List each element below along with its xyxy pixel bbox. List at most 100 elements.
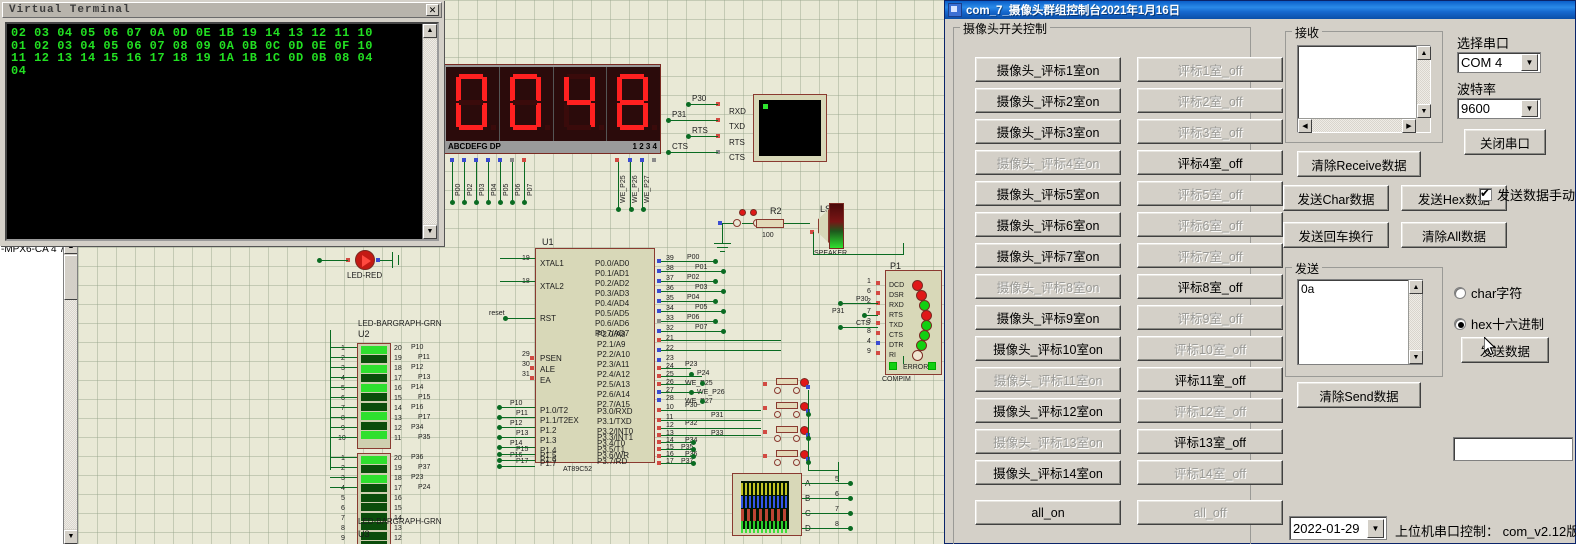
camera-on-button-14[interactable]: 摄像头_评标14室on (975, 460, 1121, 485)
camera-off-button-4[interactable]: 评标4室_off (1137, 150, 1283, 175)
close-port-button[interactable]: 关闭串口 (1464, 129, 1546, 155)
oscilloscope[interactable] (732, 473, 802, 536)
camera-on-button-5[interactable]: 摄像头_评标5室on (975, 181, 1121, 206)
baud-select[interactable]: 9600 ▼ (1457, 98, 1541, 119)
object-list-scrollbar[interactable]: ▲ ▼ (63, 240, 77, 544)
chevron-down-icon[interactable]: ▼ (1367, 518, 1384, 538)
bargraph-top-part: LED-BARGRAPH-GRN (358, 319, 442, 328)
radio-char-glyph[interactable] (1454, 286, 1466, 299)
receive-textbox[interactable]: ▲ ▼ ◀ ▶ (1297, 45, 1431, 133)
digit-3 (554, 67, 608, 141)
app-title: com_7_摄像头群组控制台2021年1月16日 (966, 5, 1181, 17)
all-on-button[interactable]: all_on (975, 500, 1121, 525)
scroll-up-icon[interactable]: ▲ (423, 24, 437, 38)
date-picker[interactable]: 2022-01-29 ▼ (1289, 516, 1387, 540)
net-label-p24: P24 (418, 484, 431, 491)
speaker-ls2[interactable] (818, 203, 844, 249)
net-label-p31: P31 (672, 110, 687, 119)
app-client-area: 摄像头开关控制 摄像头_评标1室on 评标1室_off 摄像头_评标2室on 评标2室… (945, 19, 1576, 544)
baud-label: 波特率 (1457, 82, 1497, 97)
scroll-down-icon[interactable]: ▼ (1409, 350, 1423, 364)
scroll-down-icon[interactable]: ▼ (1417, 104, 1431, 118)
camera-on-button-12[interactable]: 摄像头_评标12室on (975, 398, 1121, 423)
camera-off-button-2: 评标2室_off (1137, 88, 1283, 113)
camera-off-button-8[interactable]: 评标8室_off (1137, 274, 1283, 299)
resistor-value: 100 (762, 232, 774, 239)
virtual-terminal-scrollbar[interactable]: ▲ ▼ (422, 24, 437, 239)
led-bargraph-u2[interactable] (357, 343, 391, 449)
compim-error-label: ERROR (903, 364, 929, 371)
radio-hex-mode[interactable]: hex十六进制 (1454, 314, 1544, 333)
seven-segment-display[interactable]: ABCDEFG DP 1 2 3 4 (443, 64, 661, 154)
scroll-down-icon[interactable]: ▼ (64, 530, 77, 544)
camera-off-button-14: 评标14室_off (1137, 460, 1283, 485)
camera-on-button-1[interactable]: 摄像头_评标1室on (975, 57, 1121, 82)
net-label-p15: P15 (418, 394, 431, 401)
net-label-cts: CTS (672, 142, 688, 151)
send-vscrollbar[interactable]: ▲ ▼ (1408, 280, 1423, 364)
led-part: LED-RED (347, 271, 383, 280)
virtual-terminal-component[interactable] (753, 94, 827, 162)
scrollbar-track[interactable] (423, 39, 437, 224)
camera-off-button-13[interactable]: 评标13室_off (1137, 429, 1283, 454)
status-textbox[interactable] (1453, 437, 1573, 461)
compim-ref: P1 (890, 261, 902, 271)
vt-pin-cts: CTS (729, 153, 745, 162)
camera-on-button-6[interactable]: 摄像头_评标6室on (975, 212, 1121, 237)
send-crlf-button[interactable]: 发送回车换行 (1283, 222, 1389, 248)
scrollbar-track[interactable] (64, 300, 77, 529)
net-label-p35: P35 (418, 434, 431, 441)
manual-send-checkbox[interactable]: 发送数据手动 (1479, 185, 1575, 204)
net-label-p23: P23 (411, 474, 424, 481)
scroll-up-icon[interactable]: ▲ (1409, 280, 1423, 294)
radio-hex-label: hex十六进制 (1471, 317, 1544, 332)
virtual-terminal-body: 02 03 04 05 06 07 0A 0D 0E 1B 19 14 13 1… (5, 22, 439, 241)
camera-on-button-11: 摄像头_评标11室on (975, 367, 1121, 392)
net-label-we-p27: WE_P27 (644, 175, 651, 203)
camera-on-button-3[interactable]: 摄像头_评标3室on (975, 119, 1121, 144)
scroll-up-icon[interactable]: ▲ (1417, 46, 1431, 60)
camera-on-button-10[interactable]: 摄像头_评标10室on (975, 336, 1121, 361)
scroll-down-icon[interactable]: ▼ (423, 225, 437, 239)
send-data-button[interactable]: 发送数据 (1461, 337, 1549, 363)
camera-on-button-9[interactable]: 摄像头_评标9室on (975, 305, 1121, 330)
radio-char-mode[interactable]: char字符 (1454, 283, 1522, 302)
seven-segment-pin-footer: ABCDEFG DP 1 2 3 4 (446, 141, 660, 153)
virtual-terminal-output[interactable]: 02 03 04 05 06 07 0A 0D 0E 1B 19 14 13 1… (7, 24, 422, 239)
checkbox-glyph[interactable] (1479, 186, 1492, 201)
net-label-p00: P00 (455, 183, 462, 196)
net-label-p36: P36 (411, 454, 424, 461)
version-label: 上位机串口控制： com_v2.12版 (1395, 524, 1576, 539)
virtual-terminal-titlebar[interactable]: Virtual Terminal ✕ (2, 2, 442, 18)
scrollbar-thumb[interactable] (64, 255, 77, 300)
net-label-rts: RTS (692, 126, 708, 135)
scroll-right-icon[interactable]: ▶ (1402, 119, 1416, 133)
net-label-p06: P06 (515, 183, 522, 196)
scroll-left-icon[interactable]: ◀ (1298, 119, 1312, 133)
clear-all-button[interactable]: 清除All数据 (1401, 222, 1507, 248)
clear-receive-button[interactable]: 清除Receive数据 (1297, 151, 1421, 177)
chevron-down-icon[interactable]: ▼ (1521, 54, 1538, 71)
mcu-part: AT89C52 (563, 466, 593, 473)
app-titlebar[interactable]: com_7_摄像头群组控制台2021年1月16日 (945, 1, 1575, 19)
radio-hex-glyph[interactable] (1454, 317, 1466, 330)
receive-vscrollbar[interactable]: ▲ ▼ (1416, 46, 1431, 118)
camera-off-button-9: 评标9室_off (1137, 305, 1283, 330)
send-textbox[interactable]: 0a ▲ ▼ (1297, 279, 1423, 365)
camera-off-button-6: 评标6室_off (1137, 212, 1283, 237)
led-red-indicator[interactable] (355, 250, 375, 270)
port-value: COM 4 (1461, 55, 1503, 70)
receive-hscrollbar[interactable]: ◀ ▶ (1298, 118, 1416, 133)
object-list[interactable]: -MPX6-CA 4 73 95 21K500B 153ZAT2 M C M C… (0, 242, 64, 544)
chevron-down-icon[interactable]: ▼ (1521, 100, 1538, 117)
close-icon[interactable]: ✕ (426, 4, 439, 16)
clear-send-button[interactable]: 清除Send数据 (1297, 382, 1421, 408)
send-char-button[interactable]: 发送Char数据 (1283, 185, 1389, 211)
camera-on-button-7[interactable]: 摄像头_评标7室on (975, 243, 1121, 268)
virtual-terminal-window[interactable]: Virtual Terminal ✕ 02 03 04 05 06 07 0A … (0, 0, 444, 246)
serial-control-window[interactable]: com_7_摄像头群组控制台2021年1月16日 摄像头开关控制 摄像头_评标1… (944, 0, 1576, 544)
camera-on-button-2[interactable]: 摄像头_评标2室on (975, 88, 1121, 113)
camera-off-button-3: 评标3室_off (1137, 119, 1283, 144)
camera-off-button-11[interactable]: 评标11室_off (1137, 367, 1283, 392)
port-select[interactable]: COM 4 ▼ (1457, 52, 1541, 73)
